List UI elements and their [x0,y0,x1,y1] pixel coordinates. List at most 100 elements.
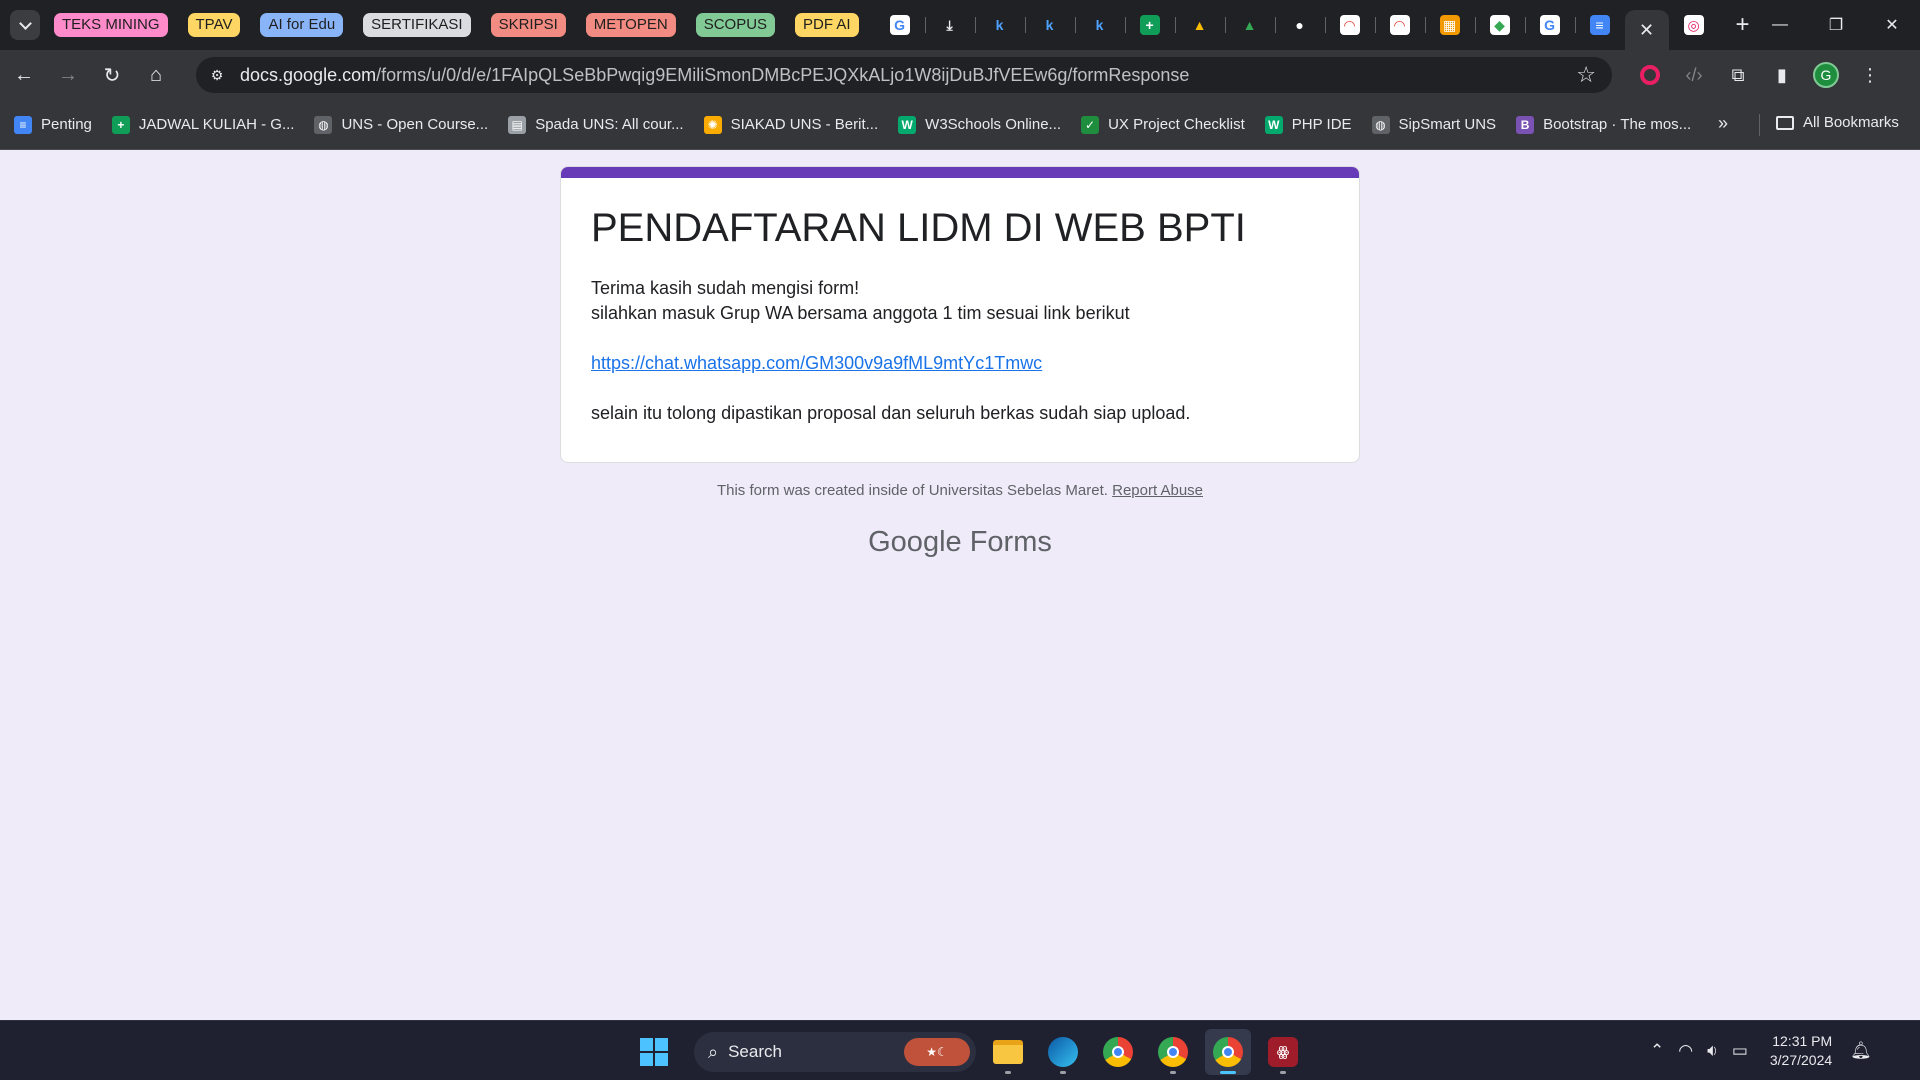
browser-tab[interactable]: k [974,6,1025,44]
tab-group-chip[interactable]: PDF AI [795,13,859,37]
bookmark-item[interactable]: ≡ Penting [14,115,92,134]
browser-tab[interactable]: ◆ [1474,6,1525,44]
taskbar-search[interactable]: ⌕ Search ★☾ [694,1032,976,1072]
folder-icon [993,1040,1023,1064]
bookmarks-bar: ≡ Penting + JADWAL KULIAH - G... ◍ UNS - Open… [0,100,1920,150]
tab-group-chip[interactable]: SKRIPSI [490,13,566,37]
bookmark-item[interactable]: W PHP IDE [1264,115,1352,134]
tab-list: G ⤓ k k k + ▲ ▲ ● ◠ ◠ ▦ ◆ G ≡ [875,6,1625,44]
bookmark-item[interactable]: ✓ UX Project Checklist [1081,115,1245,134]
bookmark-item[interactable]: ◍ UNS - Open Course... [314,115,488,134]
close-window-button[interactable]: ✕ [1864,0,1920,50]
back-button[interactable]: ← [4,55,44,95]
browser-tab[interactable]: k [1024,6,1075,44]
forward-button[interactable]: → [48,55,88,95]
bookmark-star-icon[interactable]: ☆ [1576,62,1596,88]
card-accent-bar [561,167,1359,178]
tab-group-chip[interactable]: TEKS MINING [54,13,168,37]
chrome-icon [1213,1037,1243,1067]
tab-search-button[interactable] [10,10,40,40]
image-icon: ▦ [1439,15,1460,35]
home-icon: ⌂ [149,63,163,86]
report-abuse-link[interactable]: Report Abuse [1112,482,1203,499]
globe-icon: ◍ [314,115,333,134]
browser-tab[interactable]: ▦ [1424,6,1475,44]
volume-icon[interactable]: 🔉︎ [1707,1041,1718,1061]
browser-tab[interactable]: + [1124,6,1175,44]
browser-tab[interactable]: ▲ [1224,6,1275,44]
menu-kebab-icon[interactable]: ⋮ [1850,55,1890,95]
file-explorer-app[interactable] [985,1029,1031,1075]
google-forms-logo[interactable]: Google Forms [560,526,1360,559]
code-extension-icon[interactable]: ‹/› [1674,55,1714,95]
browser-tab[interactable]: k [1074,6,1125,44]
k-icon: k [1095,17,1104,33]
mendeley-icon: ꙮ [1268,1037,1298,1067]
start-button[interactable] [632,1030,676,1074]
bookmark-item[interactable]: W W3Schools Online... [898,115,1062,134]
url-text[interactable]: docs.google.com/forms/u/0/d/e/1FAIpQLSeB… [240,65,1189,86]
active-tab[interactable]: ✕ [1624,10,1669,50]
all-bookmarks-button[interactable]: All Bookmarks [1776,114,1899,131]
whatsapp-group-link[interactable]: https://chat.whatsapp.com/GM300v9a9fML9m… [591,353,1042,373]
spada-icon: ▤ [508,115,527,134]
browser-tab[interactable]: ▲ [1174,6,1225,44]
docs-icon: ≡ [14,115,32,134]
tab-group-chip[interactable]: TPAV [187,13,241,37]
confirmation-line-2: silahkan masuk Grup WA bersama anggota 1… [591,303,1130,323]
browser-tab[interactable]: ⤓ [924,6,975,44]
tab-group-chip[interactable]: AI for Edu [260,13,344,37]
folder-icon [1776,115,1794,130]
bookmark-label: W3Schools Online... [925,116,1062,133]
speedtest-icon: ◠ [1339,15,1360,35]
side-panel-icon[interactable]: ▮ [1762,55,1802,95]
browser-tab[interactable]: ● [1274,6,1325,44]
windows-taskbar: ⌕ Search ★☾ ꙮ ⌃ ◠ 🔉︎ ▭ 12:31 PM 3/27/202… [0,1020,1920,1080]
minimize-button[interactable]: — [1752,0,1808,50]
notification-bell-icon[interactable]: 🔔︎ [1850,1041,1872,1061]
system-tray: ⌃ ◠ 🔉︎ ▭ 12:31 PM 3/27/2024 🔔︎ [1650,1021,1886,1080]
browser-tab[interactable]: ◠ [1324,6,1375,44]
close-tab-icon[interactable]: ✕ [1639,20,1654,41]
docs-icon: ≡ [1589,15,1610,35]
tab-lens[interactable]: ◎ [1669,6,1719,44]
speedtest-icon: ◠ [1389,15,1410,35]
chevron-up-icon[interactable]: ⌃ [1650,1041,1664,1061]
google-icon: G [889,15,910,35]
extensions-puzzle-icon[interactable]: ⧉ [1718,55,1758,95]
lens-extension-icon[interactable] [1630,55,1670,95]
bookmark-item[interactable]: ▤ Spada UNS: All cour... [508,115,684,134]
clock[interactable]: 12:31 PM 3/27/2024 [1770,1032,1832,1070]
reload-button[interactable]: ↻ [92,55,132,95]
bookmark-item[interactable]: ◍ SipSmart UNS [1371,115,1496,134]
bootstrap-icon: B [1516,115,1535,134]
tab-group-chip[interactable]: SERTIFIKASI [363,13,471,37]
bookmark-item[interactable]: B Bootstrap · The mos... [1516,115,1691,134]
tab-group-chip[interactable]: METOPEN [585,13,676,37]
browser-tab[interactable]: G [875,6,925,44]
bookmark-item[interactable]: + JADWAL KULIAH - G... [111,115,294,134]
chrome-profile-app[interactable] [1150,1029,1196,1075]
chrome-active-app[interactable] [1205,1029,1251,1075]
address-bar[interactable]: ⚙ docs.google.com/forms/u/0/d/e/1FAIpQLS… [196,57,1612,93]
bookmark-label: Penting [41,116,92,133]
profile-button[interactable]: G [1806,55,1846,95]
tab-group-chip[interactable]: SCOPUS [695,13,776,37]
restore-button[interactable]: ❐ [1808,0,1864,50]
wifi-icon[interactable]: ◠ [1678,1041,1693,1061]
home-button[interactable]: ⌂ [136,55,176,95]
url-path: /forms/u/0/d/e/1FAIpQLSeBbPwqig9EMiliSmo… [376,64,1190,85]
browser-tab[interactable]: ◠ [1374,6,1425,44]
chrome-app[interactable] [1095,1029,1141,1075]
site-settings-icon[interactable]: ⚙ [204,62,230,88]
sheets-icon: + [1139,15,1160,35]
battery-icon[interactable]: ▭ [1732,1041,1748,1061]
bookmarks-overflow-icon[interactable]: » [1718,113,1728,134]
globe-icon: ◍ [1371,115,1390,134]
browser-tab[interactable]: ≡ [1574,6,1625,44]
bookmark-item[interactable]: ✺ SIAKAD UNS - Berit... [703,115,878,134]
maps-icon: ◆ [1489,15,1510,35]
edge-app[interactable] [1040,1029,1086,1075]
mendeley-app[interactable]: ꙮ [1260,1029,1306,1075]
browser-tab[interactable]: G [1524,6,1575,44]
